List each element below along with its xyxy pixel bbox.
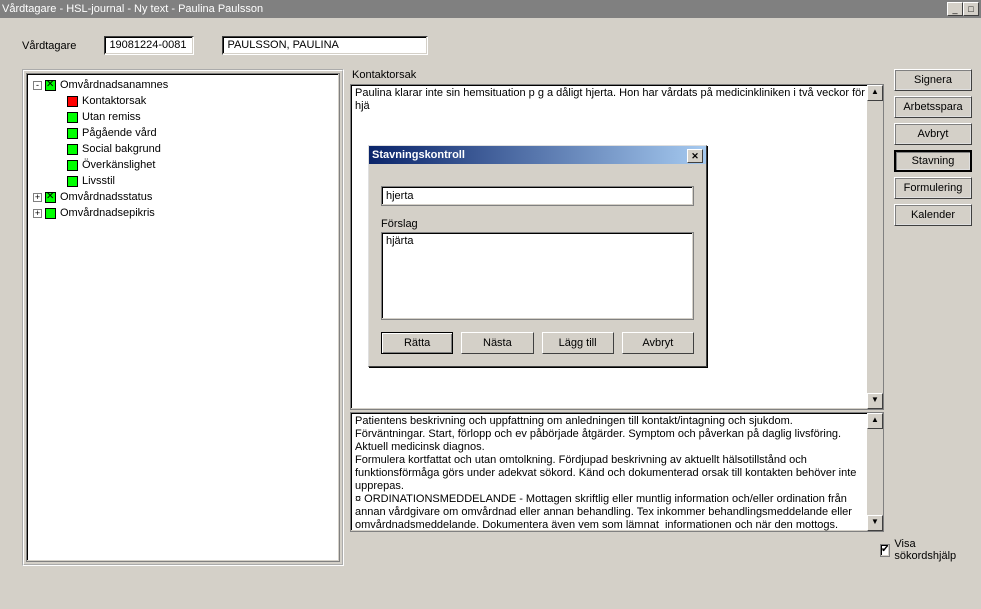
status-box-icon <box>67 96 78 107</box>
tree-label: Överkänslighet <box>82 159 155 171</box>
window-title: Vårdtagare - HSL-journal - Ny text - Pau… <box>2 0 263 18</box>
tree-node[interactable]: + Omvårdnadsstatus <box>33 189 337 205</box>
nav-tree[interactable]: - Omvårdnadsanamnes Kontaktorsak Utan remis… <box>26 73 340 562</box>
tree-node[interactable]: + Omvårdnadsepikris <box>33 205 337 221</box>
correct-button[interactable]: Rätta <box>381 332 453 354</box>
avbryt-button[interactable]: Avbryt <box>894 123 972 145</box>
dialog-title: Stavningskontroll <box>372 149 465 161</box>
window-titlebar: Vårdtagare - HSL-journal - Ny text - Pau… <box>0 0 981 18</box>
status-box-icon <box>67 176 78 187</box>
scroll-up-icon[interactable]: ▲ <box>867 85 883 101</box>
main-text: Paulina klarar inte sin hemsituation p g… <box>355 87 865 112</box>
status-box-icon <box>67 160 78 171</box>
spellcheck-dialog: Stavningskontroll ✕ Förslag hjärta Rätta… <box>368 145 707 367</box>
arbetsspara-button[interactable]: Arbetsspara <box>894 96 972 118</box>
cancel-button[interactable]: Avbryt <box>622 332 694 354</box>
kalender-button[interactable]: Kalender <box>894 204 972 226</box>
tree-node[interactable]: Utan remiss <box>67 109 337 125</box>
status-box-icon <box>45 208 56 219</box>
tree-label: Livsstil <box>82 175 115 187</box>
tree-panel: - Omvårdnadsanamnes Kontaktorsak Utan remis… <box>22 69 344 566</box>
next-button[interactable]: Nästa <box>461 332 533 354</box>
minimize-icon[interactable]: _ <box>947 2 963 16</box>
add-button[interactable]: Lägg till <box>542 332 614 354</box>
action-sidebar: Signera Arbetsspara Avbryt Stavning Form… <box>894 69 972 566</box>
show-help-checkbox[interactable]: ✔ <box>880 544 890 557</box>
stavning-button[interactable]: Stavning <box>894 150 972 172</box>
suggestion-item[interactable]: hjärta <box>386 235 689 247</box>
help-textarea: Patientens beskrivning och uppfattning o… <box>350 412 884 532</box>
tree-label: Omvårdnadsanamnes <box>60 79 168 91</box>
tree-label: Omvårdnadsepikris <box>60 207 155 219</box>
help-text: Patientens beskrivning och uppfattning o… <box>355 415 859 531</box>
status-box-icon <box>67 112 78 123</box>
tree-node[interactable]: - Omvårdnadsanamnes <box>33 77 337 93</box>
tree-node[interactable]: Livsstil <box>67 173 337 189</box>
expand-icon[interactable]: + <box>33 193 42 202</box>
collapse-icon[interactable]: - <box>33 81 42 90</box>
tree-node[interactable]: Kontaktorsak <box>67 93 337 109</box>
tree-label: Utan remiss <box>82 111 141 123</box>
patient-row: Vårdtagare 19081224-0081 PAULSSON, PAULI… <box>0 18 981 61</box>
tree-label: Kontaktorsak <box>82 95 146 107</box>
status-box-icon <box>67 144 78 155</box>
tree-node[interactable]: Överkänslighet <box>67 157 337 173</box>
status-box-icon <box>45 192 56 203</box>
tree-node[interactable]: Pågående vård <box>67 125 337 141</box>
tree-node[interactable]: Social bakgrund <box>67 141 337 157</box>
signera-button[interactable]: Signera <box>894 69 972 91</box>
scroll-up-icon[interactable]: ▲ <box>867 413 883 429</box>
status-box-icon <box>45 80 56 91</box>
tree-label: Omvårdnadsstatus <box>60 191 152 203</box>
maximize-icon[interactable]: □ <box>963 2 979 16</box>
close-icon[interactable]: ✕ <box>687 149 703 163</box>
tree-label: Pågående vård <box>82 127 157 139</box>
scroll-down-icon[interactable]: ▼ <box>867 515 883 531</box>
misspelled-word-input[interactable] <box>381 186 694 206</box>
scroll-down-icon[interactable]: ▼ <box>867 393 883 409</box>
formulering-button[interactable]: Formulering <box>894 177 972 199</box>
suggestion-label: Förslag <box>381 218 694 230</box>
status-box-icon <box>67 128 78 139</box>
patient-id-field[interactable]: 19081224-0081 <box>104 36 194 55</box>
section-title: Kontaktorsak <box>350 69 884 82</box>
tree-label: Social bakgrund <box>82 143 161 155</box>
patient-label: Vårdtagare <box>22 40 76 52</box>
patient-name-field[interactable]: PAULSSON, PAULINA <box>222 36 428 55</box>
suggestion-list[interactable]: hjärta <box>381 232 694 320</box>
scrollbar[interactable]: ▲ ▼ <box>867 85 883 409</box>
scrollbar[interactable]: ▲ ▼ <box>867 413 883 531</box>
expand-icon[interactable]: + <box>33 209 42 218</box>
